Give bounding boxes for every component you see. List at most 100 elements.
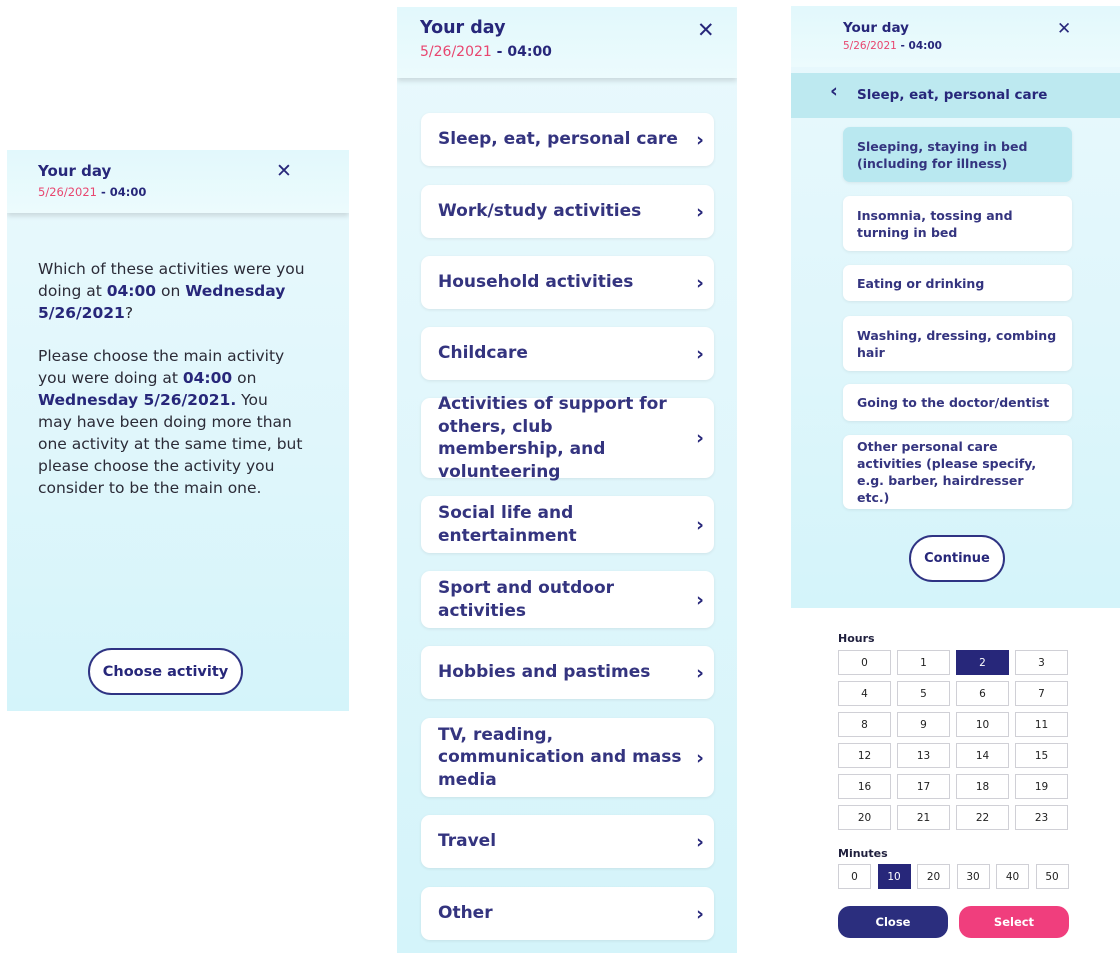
close-icon[interactable]: ✕ (697, 20, 715, 41)
section-title: Sleep, eat, personal care (857, 87, 1048, 103)
hour-option[interactable]: 23 (1015, 805, 1068, 830)
instruction-day: Wednesday 5/26/2021. (38, 391, 237, 409)
chevron-right-icon: › (696, 746, 704, 769)
hour-option[interactable]: 10 (956, 712, 1009, 737)
subcategory-item[interactable]: Sleeping, staying in bed (including for … (843, 127, 1072, 182)
hour-option[interactable]: 3 (1015, 650, 1068, 675)
category-item-hobbies[interactable]: Hobbies and pastimes › (421, 646, 714, 699)
category-label: Activities of support for others, club m… (438, 394, 667, 482)
question-time: 04:00 (106, 282, 157, 300)
activity-question-screen: Your day 5/26/2021 - 04:00 ✕ Which of th… (7, 150, 349, 711)
hour-option[interactable]: 0 (838, 650, 891, 675)
chevron-right-icon: › (696, 588, 704, 611)
header-title: Your day (420, 18, 506, 38)
hours-label: Hours (838, 632, 875, 645)
category-item-household[interactable]: Household activities › (421, 256, 714, 309)
close-button[interactable]: Close (838, 906, 948, 938)
subcategory-item[interactable]: Insomnia, tossing and turning in bed (843, 196, 1072, 251)
hour-option[interactable]: 2 (956, 650, 1009, 675)
header-time: 04:00 (507, 44, 552, 60)
hour-option[interactable]: 1 (897, 650, 950, 675)
select-button[interactable]: Select (959, 906, 1069, 938)
hour-option[interactable]: 15 (1015, 743, 1068, 768)
category-item-sport[interactable]: Sport and outdoor activities › (421, 571, 714, 628)
screen-header: Your day 5/26/2021 - 04:00 ✕ (791, 6, 1120, 67)
category-label: Household activities (438, 272, 634, 293)
chevron-right-icon: › (696, 128, 704, 151)
subcategory-label: Going to the doctor/dentist (857, 395, 1050, 410)
continue-button[interactable]: Continue (909, 535, 1005, 582)
category-item-support[interactable]: Activities of support for others, club m… (421, 394, 714, 482)
category-item-work[interactable]: Work/study activities › (421, 185, 714, 238)
hour-option[interactable]: 11 (1015, 712, 1068, 737)
category-label: Sleep, eat, personal care (438, 129, 678, 150)
header-separator: - (896, 40, 909, 52)
close-icon[interactable]: ✕ (276, 162, 292, 181)
instruction-time: 04:00 (182, 369, 233, 387)
minute-option[interactable]: 40 (996, 864, 1029, 889)
instruction-paragraph: Please choose the main activity you were… (38, 345, 306, 499)
hour-option[interactable]: 7 (1015, 681, 1068, 706)
activity-question-text: Which of these activities were you doing… (38, 258, 306, 520)
header-time: 04:00 (908, 40, 942, 52)
category-label: Work/study activities (438, 201, 642, 222)
category-item-travel[interactable]: Travel › (421, 815, 714, 868)
subcategory-item[interactable]: Eating or drinking (843, 265, 1072, 301)
category-item-social[interactable]: Social life and entertainment › (421, 496, 714, 553)
subcategory-label: Other personal care activities (please s… (857, 439, 1037, 505)
minute-option[interactable]: 0 (838, 864, 871, 889)
hour-option[interactable]: 20 (838, 805, 891, 830)
category-item-other[interactable]: Other › (421, 887, 714, 940)
chevron-right-icon: › (696, 661, 704, 684)
subcategory-label: Washing, dressing, combing hair (857, 327, 1057, 360)
category-label: Other (438, 903, 493, 924)
hour-option[interactable]: 12 (838, 743, 891, 768)
chevron-right-icon: › (696, 342, 704, 365)
header-title: Your day (38, 162, 112, 180)
subcategory-item[interactable]: Going to the doctor/dentist (843, 384, 1072, 421)
hour-option[interactable]: 9 (897, 712, 950, 737)
category-label: Childcare (438, 343, 528, 364)
category-label: Sport and outdoor activities (438, 578, 615, 621)
category-label: TV, reading, communication and mass medi… (438, 724, 682, 790)
minute-option[interactable]: 50 (1035, 864, 1069, 889)
hour-option[interactable]: 4 (838, 681, 891, 706)
category-label: Social life and entertainment (438, 503, 577, 546)
header-date: 5/26/2021 (420, 44, 492, 60)
close-icon[interactable]: ✕ (1057, 21, 1071, 38)
category-label: Hobbies and pastimes (438, 662, 651, 683)
hour-option[interactable]: 18 (956, 774, 1009, 799)
hour-option[interactable]: 13 (897, 743, 950, 768)
minute-option[interactable]: 30 (956, 864, 990, 889)
header-datetime: 5/26/2021 - 04:00 (420, 44, 552, 60)
minutes-label: Minutes (838, 847, 888, 860)
category-item-sleep[interactable]: Sleep, eat, personal care › (421, 113, 714, 166)
header-date: 5/26/2021 (843, 40, 897, 52)
category-item-childcare[interactable]: Childcare › (421, 327, 714, 380)
hour-option[interactable]: 8 (838, 712, 891, 737)
hour-option[interactable]: 16 (838, 774, 891, 799)
hour-option[interactable]: 5 (897, 681, 950, 706)
hour-option[interactable]: 19 (1015, 774, 1068, 799)
subcategory-screen: Your day 5/26/2021 - 04:00 ✕ ‹ Sleep, ea… (791, 6, 1120, 608)
subcategory-item[interactable]: Other personal care activities (please s… (843, 435, 1072, 509)
subcategory-item[interactable]: Washing, dressing, combing hair (843, 316, 1072, 371)
chevron-left-icon[interactable]: ‹ (830, 80, 838, 102)
header-separator: - (491, 44, 508, 60)
minute-option[interactable]: 20 (917, 864, 950, 889)
hour-option[interactable]: 14 (956, 743, 1009, 768)
section-header[interactable]: ‹ Sleep, eat, personal care (791, 73, 1120, 118)
chevron-right-icon: › (696, 830, 704, 853)
header-datetime: 5/26/2021 - 04:00 (38, 185, 146, 199)
hour-option[interactable]: 6 (956, 681, 1009, 706)
hour-option[interactable]: 17 (897, 774, 950, 799)
hour-option[interactable]: 22 (956, 805, 1009, 830)
subcategory-label: Insomnia, tossing and turning in bed (857, 207, 1013, 240)
hour-option[interactable]: 21 (897, 805, 950, 830)
choose-activity-button[interactable]: Choose activity (88, 648, 243, 695)
chevron-right-icon: › (696, 200, 704, 223)
question-paragraph: Which of these activities were you doing… (38, 258, 306, 324)
category-item-media[interactable]: TV, reading, communication and mass medi… (421, 718, 714, 797)
minute-option[interactable]: 10 (877, 864, 911, 889)
chevron-right-icon: › (696, 427, 704, 449)
